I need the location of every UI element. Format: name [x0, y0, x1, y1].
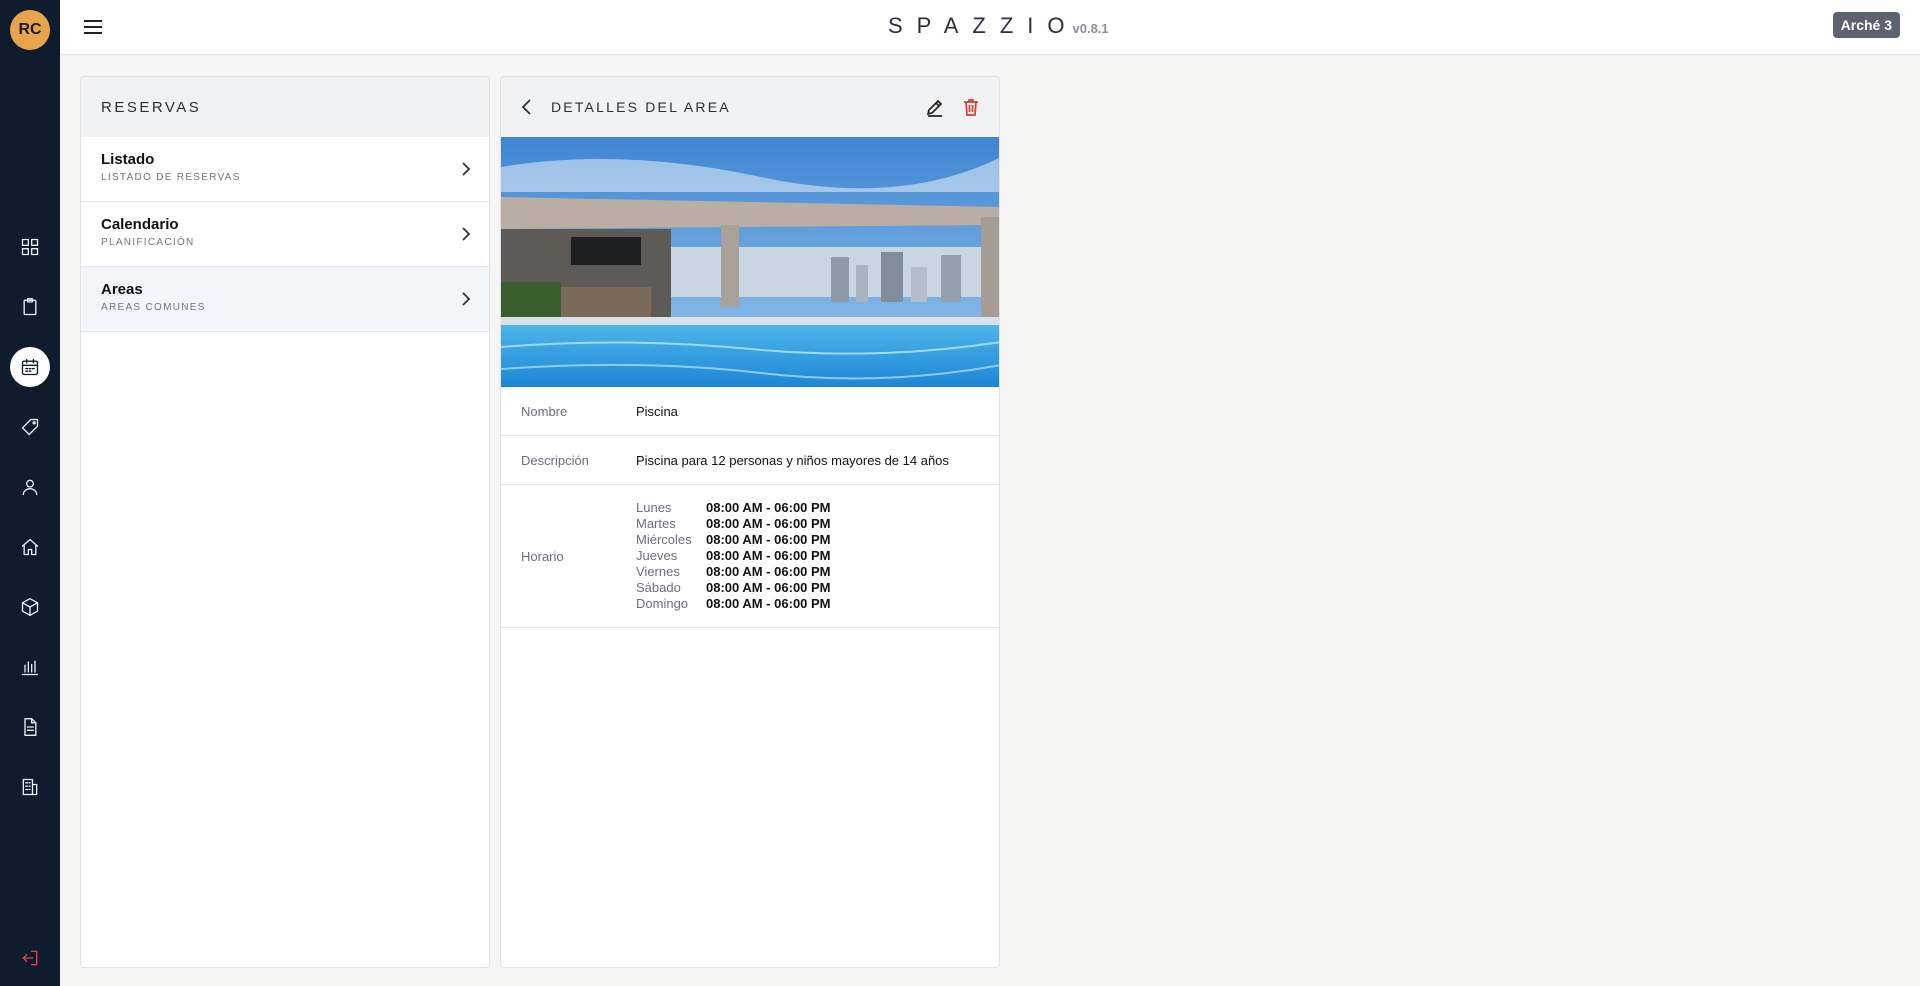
hamburger-icon: [84, 20, 102, 34]
chevron-right-icon: [459, 161, 473, 177]
top-bar: SPAZZIO v0.8.1 Arché 3: [60, 0, 1920, 55]
chevron-right-icon: [459, 291, 473, 307]
description-label: Descripción: [521, 452, 589, 468]
rail-item-logout[interactable]: [10, 938, 50, 978]
schedule-hours: 08:00 AM - 06:00 PM: [706, 580, 831, 595]
rail-item-buildings[interactable]: [10, 767, 50, 807]
bar-chart-icon: [21, 660, 39, 676]
area-detail-header: DETALLES DEL AREA: [501, 77, 999, 137]
area-description-row: Descripción Piscina para 12 personas y n…: [501, 436, 999, 485]
rail-item-reports[interactable]: [10, 647, 50, 687]
schedule-hours: 08:00 AM - 06:00 PM: [706, 516, 831, 531]
schedule-day: Viernes: [636, 564, 680, 579]
reservas-header: RESERVAS: [81, 77, 489, 137]
schedule-day: Martes: [636, 516, 676, 531]
chevron-right-icon: [459, 226, 473, 242]
home-icon: [21, 538, 39, 556]
description-value: Piscina para 12 personas y niños mayores…: [636, 452, 949, 468]
menu-item-calendario[interactable]: Calendario PLANIFICACIÓN: [81, 202, 489, 267]
schedule-hours: 08:00 AM - 06:00 PM: [706, 564, 831, 579]
dashboard-icon: [21, 238, 39, 256]
menu-item-title: Calendario: [101, 216, 179, 233]
app-logo: SPAZZIO: [888, 13, 1079, 38]
area-photo: [501, 137, 999, 387]
rail-item-reservas[interactable]: [10, 347, 50, 387]
side-rail: RC: [0, 0, 60, 986]
area-name-row: Nombre Piscina: [501, 387, 999, 436]
schedule-day: Lunes: [636, 500, 672, 515]
workspace-badge[interactable]: Arché 3: [1832, 12, 1900, 38]
tag-icon: [21, 418, 39, 436]
brand: SPAZZIO v0.8.1: [888, 13, 1109, 39]
rail-item-users[interactable]: [10, 467, 50, 507]
menu-item-listado[interactable]: Listado LISTADO DE RESERVAS: [81, 137, 489, 202]
rail-item-tags[interactable]: [10, 407, 50, 447]
reservas-panel: RESERVAS Listado LISTADO DE RESERVAS Cal…: [80, 76, 490, 968]
schedule-hours: 08:00 AM - 06:00 PM: [706, 548, 831, 563]
user-icon: [22, 479, 38, 496]
schedule-day: Domingo: [636, 596, 689, 611]
rail-item-units[interactable]: [10, 527, 50, 567]
schedule-day: Sábado: [636, 580, 681, 595]
avatar[interactable]: RC: [10, 10, 50, 50]
logout-icon: [22, 950, 38, 966]
schedule-day: Jueves: [636, 548, 678, 563]
rail-item-packages[interactable]: [10, 587, 50, 627]
reservas-title: RESERVAS: [101, 98, 202, 116]
schedule-hours: 08:00 AM - 06:00 PM: [706, 532, 831, 547]
name-label: Nombre: [521, 403, 568, 419]
schedule-day: Miércoles: [636, 532, 692, 547]
area-schedule-row: Horario Lunes 08:00 AM - 06:00 PM Martes…: [501, 485, 999, 628]
name-value: Piscina: [636, 403, 678, 419]
schedule-list: Lunes 08:00 AM - 06:00 PM Martes 08:00 A…: [636, 500, 831, 612]
calendar-icon: [21, 358, 39, 376]
menu-toggle[interactable]: [82, 16, 104, 38]
rail-item-dashboard[interactable]: [10, 227, 50, 267]
menu-item-subtitle: PLANIFICACIÓN: [101, 237, 195, 248]
edit-icon[interactable]: [925, 97, 945, 117]
clipboard-icon: [23, 298, 37, 316]
area-detail-title: DETALLES DEL AREA: [551, 99, 731, 115]
menu-item-title: Listado: [101, 151, 155, 168]
schedule-hours: 08:00 AM - 06:00 PM: [706, 596, 831, 611]
schedule-hours: 08:00 AM - 06:00 PM: [706, 500, 831, 515]
trash-icon[interactable]: [961, 97, 981, 117]
avatar-initials: RC: [18, 21, 42, 38]
rail-item-tasks[interactable]: [10, 287, 50, 327]
building-icon: [22, 778, 38, 796]
menu-item-subtitle: AREAS COMUNES: [101, 302, 206, 313]
menu-item-subtitle: LISTADO DE RESERVAS: [101, 172, 241, 183]
menu-item-areas[interactable]: Areas AREAS COMUNES: [81, 267, 489, 332]
back-icon[interactable]: [517, 97, 537, 117]
rail-item-documents[interactable]: [10, 707, 50, 747]
document-icon: [24, 718, 37, 736]
app-version: v0.8.1: [1072, 21, 1109, 36]
area-detail-panel: DETALLES DEL AREA Nombre Piscina Descrip…: [500, 76, 1000, 968]
menu-item-title: Areas: [101, 281, 143, 298]
schedule-label: Horario: [521, 548, 564, 564]
box-icon: [21, 598, 39, 616]
